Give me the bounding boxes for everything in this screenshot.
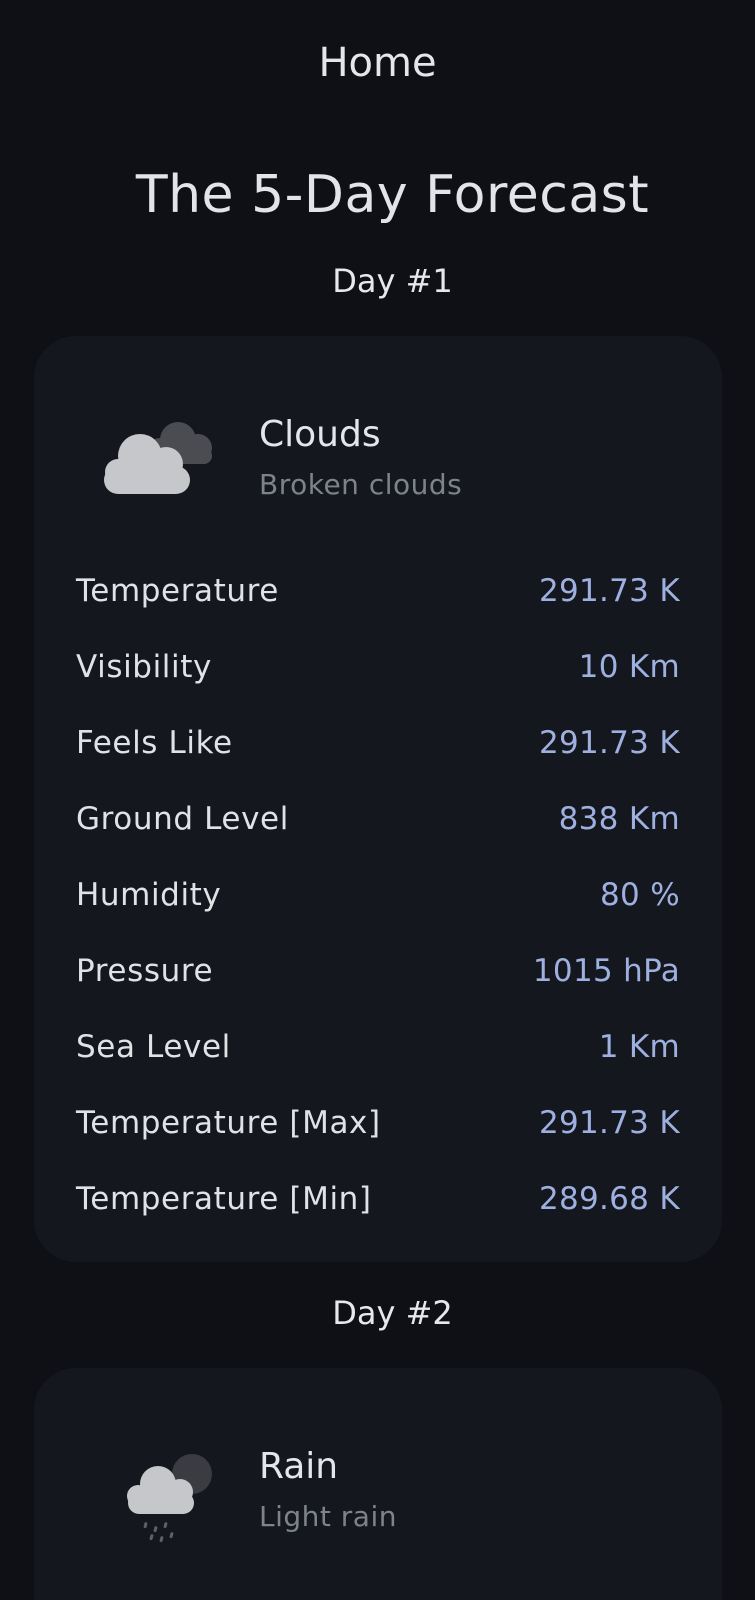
stat-value: 838 Km xyxy=(558,801,680,837)
stat-label: Visibility xyxy=(76,649,212,685)
day-label: Day #2 xyxy=(332,1294,453,1332)
stat-value: 291.73 K xyxy=(538,573,680,609)
stat-label: Pressure xyxy=(76,953,214,989)
stat-row-humidity: Humidity 80 % xyxy=(76,865,680,941)
stat-row-feels-like: Feels Like 291.73 K xyxy=(76,713,680,789)
forecast-card-day-1: Clouds Broken clouds Temperature 291.73 … xyxy=(34,336,722,1262)
stat-row-pressure: Pressure 1015 hPa xyxy=(76,941,680,1017)
stat-value: 289.68 K xyxy=(538,1181,680,1217)
stat-label: Feels Like xyxy=(76,725,233,761)
top-app-bar: Home xyxy=(0,0,755,130)
forecast-card-header: Rain Light rain xyxy=(34,1368,722,1558)
stat-row-ground-level: Ground Level 838 Km xyxy=(76,789,680,865)
weather-description: Light rain xyxy=(259,1500,397,1533)
stat-label: Temperature [Min] xyxy=(76,1181,372,1217)
stat-label: Temperature xyxy=(76,573,279,609)
stat-label: Humidity xyxy=(76,877,222,913)
stat-value: 80 % xyxy=(600,877,680,913)
light-rain-icon xyxy=(127,1454,212,1543)
stat-value: 291.73 K xyxy=(538,1105,680,1141)
stat-row-sea-level: Sea Level 1 Km xyxy=(76,1017,680,1093)
stat-label: Temperature [Max] xyxy=(76,1105,381,1141)
stat-value: 10 Km xyxy=(578,649,680,685)
page-title: The 5-Day Forecast xyxy=(135,165,650,225)
weather-description: Broken clouds xyxy=(259,468,463,501)
stat-value: 291.73 K xyxy=(538,725,680,761)
broken-clouds-icon xyxy=(104,422,212,494)
forecast-card-day-2: Rain Light rain xyxy=(34,1368,722,1600)
stat-row-temperature-max: Temperature [Max] 291.73 K xyxy=(76,1093,680,1169)
day-label: Day #1 xyxy=(332,262,453,300)
stat-row-temperature-min: Temperature [Min] 289.68 K xyxy=(76,1169,680,1245)
stat-value: 1015 hPa xyxy=(532,953,680,989)
stat-row-visibility: Visibility 10 Km xyxy=(76,637,680,713)
stat-value: 1 Km xyxy=(598,1029,680,1065)
weather-condition: Clouds xyxy=(259,414,381,455)
stat-row-temperature: Temperature 291.73 K xyxy=(76,561,680,637)
stat-label: Ground Level xyxy=(76,801,289,837)
app-bar-title: Home xyxy=(318,40,437,86)
stat-label: Sea Level xyxy=(76,1029,231,1065)
forecast-card-header: Clouds Broken clouds xyxy=(34,336,722,526)
weather-condition: Rain xyxy=(259,1446,339,1487)
stats-list: Temperature 291.73 K Visibility 10 Km Fe… xyxy=(76,561,680,1245)
